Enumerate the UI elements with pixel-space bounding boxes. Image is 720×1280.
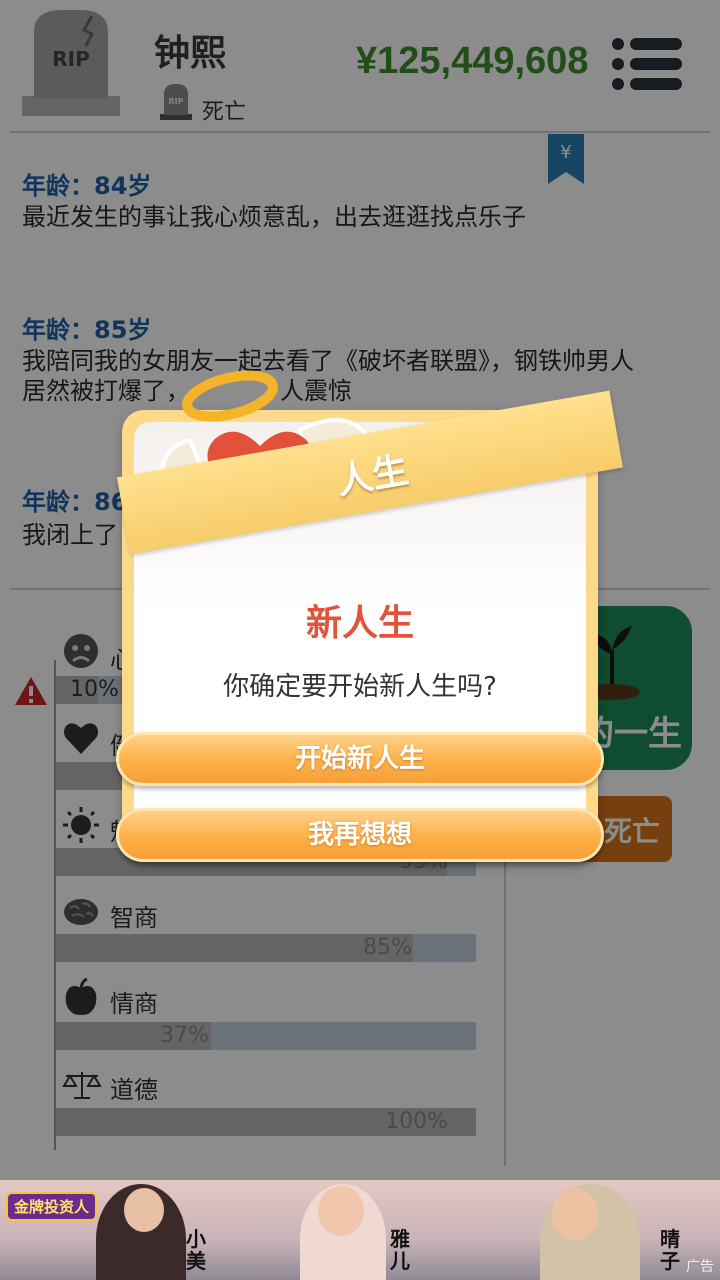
ad-banner[interactable]: 金牌投资人 小美 雅儿 晴子 广告 (0, 1180, 720, 1280)
dialog-title: 新人生 (305, 603, 414, 644)
ad-character-face (318, 1186, 364, 1236)
ad-character-name: 小美 (186, 1227, 206, 1273)
ad-character-name: 雅儿 (390, 1227, 410, 1273)
think-again-label: 我再想想 (307, 820, 412, 850)
ad-label: 广告 (686, 1259, 714, 1275)
ad-character-face (552, 1188, 598, 1240)
ad-brand-logo: 金牌投资人 (6, 1192, 98, 1221)
think-again-button[interactable]: 我再想想 (116, 808, 604, 862)
ad-character-face (124, 1188, 164, 1232)
start-new-life-button[interactable]: 开始新人生 (116, 732, 604, 786)
dialog-message: 你确定要开始新人生吗? (223, 672, 497, 702)
ad-character-name: 晴子 (660, 1227, 680, 1273)
start-new-life-label: 开始新人生 (294, 744, 425, 774)
